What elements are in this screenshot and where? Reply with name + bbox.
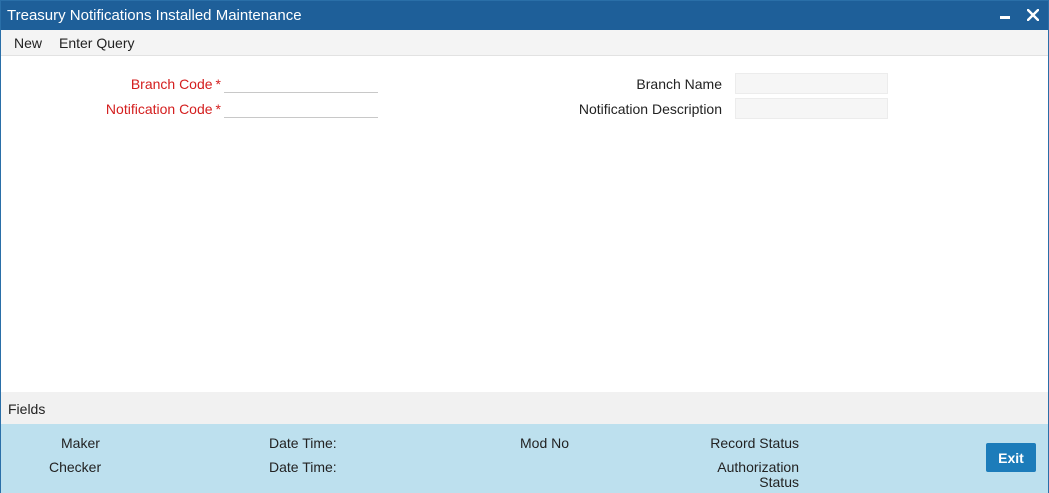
- menu-enter-query[interactable]: Enter Query: [59, 35, 134, 51]
- required-asterisk: *: [215, 101, 221, 117]
- authorization-status-label: Status: [759, 474, 799, 490]
- branch-name-field[interactable]: [735, 73, 888, 94]
- record-status-label: Record Status: [710, 435, 799, 451]
- minimize-icon[interactable]: [994, 4, 1016, 26]
- close-icon[interactable]: [1022, 4, 1044, 26]
- notification-code-input[interactable]: [224, 98, 378, 118]
- required-asterisk: *: [215, 76, 221, 92]
- notification-description-label: Notification Description: [578, 101, 722, 117]
- checker-datetime-label: Date Time:: [269, 459, 337, 475]
- maker-datetime-label: Date Time:: [269, 435, 337, 451]
- notification-code-label: Notification Code *: [105, 101, 221, 117]
- checker-label: Checker: [49, 459, 102, 475]
- audit-footer: Maker Checker Date Time: Date Time: Mod …: [1, 424, 1048, 493]
- maker-label: Maker: [61, 435, 100, 451]
- menu-bar: New Enter Query: [1, 30, 1048, 56]
- fields-label: Fields: [8, 401, 46, 417]
- window-title: Treasury Notifications Installed Mainten…: [7, 7, 302, 24]
- branch-name-label: Branch Name: [636, 76, 722, 92]
- fields-bar[interactable]: Fields: [1, 392, 1048, 424]
- mod-no-label: Mod No: [520, 435, 570, 451]
- branch-code-label: Branch Code *: [130, 76, 221, 92]
- exit-button[interactable]: Exit: [986, 443, 1036, 472]
- notification-description-field[interactable]: [735, 98, 888, 119]
- title-bar: Treasury Notifications Installed Mainten…: [1, 1, 1048, 30]
- branch-code-input[interactable]: [224, 73, 378, 93]
- maintenance-window: Treasury Notifications Installed Mainten…: [0, 0, 1049, 493]
- authorization-label: Authorization: [717, 459, 799, 475]
- menu-new[interactable]: New: [14, 35, 42, 51]
